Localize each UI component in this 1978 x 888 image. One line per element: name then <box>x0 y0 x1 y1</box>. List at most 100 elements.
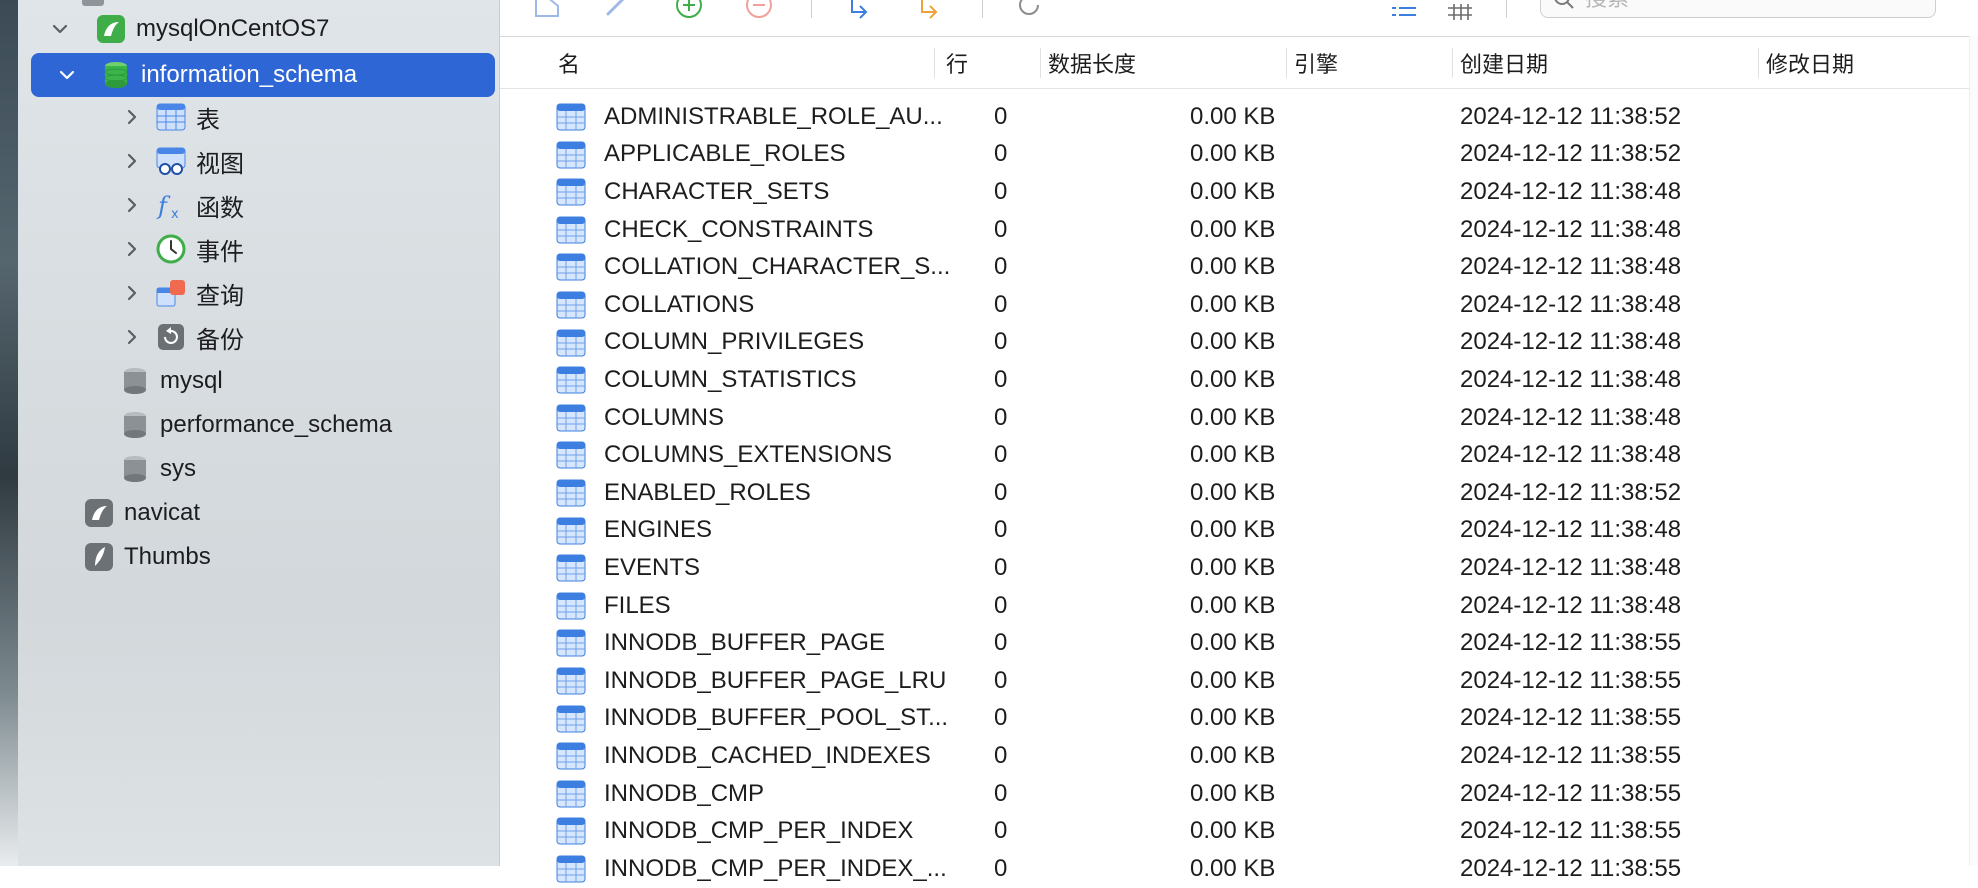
table-row[interactable]: CHECK_CONSTRAINTS 0 0.00 KB 2024-12-12 11:3… <box>500 211 1970 249</box>
table-icon <box>556 216 586 244</box>
delete-icon[interactable] <box>742 0 776 22</box>
column-header-rows[interactable]: 行 <box>946 38 968 88</box>
table-row[interactable]: INNODB_CMP 0 0.00 KB 2024-12-12 11:38:55 <box>500 775 1970 813</box>
object-list-panel: 搜索 名 行 数据长度 引擎 创建日期 修改日期 ADMINISTRABLE_R… <box>500 0 1978 883</box>
design-table-icon[interactable] <box>600 0 634 22</box>
search-icon <box>1554 0 1574 9</box>
database-label: information_schema <box>141 61 358 88</box>
group-backups[interactable]: 备份 <box>118 315 244 359</box>
table-name-cell: INNODB_BUFFER_PAGE_LRU <box>604 666 947 694</box>
column-header-modified[interactable]: 修改日期 <box>1766 38 1854 88</box>
database-sys[interactable]: sys <box>120 447 196 491</box>
table-row[interactable]: EVENTS 0 0.00 KB 2024-12-12 11:38:48 <box>500 549 1970 587</box>
table-row[interactable]: INNODB_CMP_PER_INDEX_... 0 0.00 KB 2024-12-… <box>500 850 1970 888</box>
table-name-cell: EVENTS <box>604 553 701 581</box>
column-header-created[interactable]: 创建日期 <box>1460 38 1548 88</box>
created-date-cell: 2024-12-12 11:38:55 <box>1460 741 1682 769</box>
import-icon[interactable] <box>842 0 876 22</box>
row-count-cell: 0 <box>994 140 1008 168</box>
table-row[interactable]: COLLATIONS 0 0.00 KB 2024-12-12 11:38:48 <box>500 286 1970 324</box>
table-row[interactable]: ENGINES 0 0.00 KB 2024-12-12 11:38:48 <box>500 512 1970 550</box>
connection-label: mysqlOnCentOS7 <box>136 15 330 42</box>
created-date-cell: 2024-12-12 11:38:48 <box>1460 177 1682 205</box>
table-row[interactable]: COLUMNS_EXTENSIONS 0 0.00 KB 2024-12-12 11:… <box>500 436 1970 474</box>
connection-thumbs[interactable]: Thumbs <box>84 535 211 579</box>
chevron-right-icon[interactable] <box>118 323 146 351</box>
chevron-right-icon[interactable] <box>118 191 146 219</box>
table-row[interactable]: ADMINISTRABLE_ROLE_AU... 0 0.00 KB 2024-12-… <box>500 98 1970 136</box>
row-count-cell: 0 <box>994 629 1008 657</box>
column-header-data-length[interactable]: 数据长度 <box>1048 38 1136 88</box>
connection-label: navicat <box>124 499 201 526</box>
table-row[interactable]: INNODB_BUFFER_PAGE 0 0.00 KB 2024-12-12 11:… <box>500 624 1970 662</box>
table-row[interactable]: COLLATION_CHARACTER_S... 0 0.00 KB 2024-12-… <box>500 248 1970 286</box>
grid-view-icon[interactable] <box>1442 0 1476 22</box>
table-icon <box>556 629 586 657</box>
row-count-cell: 0 <box>994 666 1008 694</box>
chevron-right-icon[interactable] <box>118 147 146 175</box>
add-icon[interactable] <box>672 0 706 22</box>
table-row[interactable]: INNODB_BUFFER_POOL_ST... 0 0.00 KB 2024-12-… <box>500 700 1970 738</box>
database-information-schema[interactable]: information_schema <box>31 53 495 97</box>
table-row[interactable]: INNODB_BUFFER_PAGE_LRU 0 0.00 KB 2024-12-12… <box>500 662 1970 700</box>
group-tables[interactable]: 表 <box>118 95 220 139</box>
group-label: 事件 <box>196 238 244 266</box>
table-row[interactable]: COLUMN_STATISTICS 0 0.00 KB 2024-12-12 11:3… <box>500 361 1970 399</box>
table-row[interactable]: INNODB_CACHED_INDEXES 0 0.00 KB 2024-12-12 … <box>500 737 1970 775</box>
table-name-cell: COLLATION_CHARACTER_S... <box>604 253 951 281</box>
group-views[interactable]: 视图 <box>118 139 244 183</box>
refresh-icon[interactable] <box>1012 0 1046 22</box>
list-view-icon[interactable] <box>1386 0 1420 22</box>
group-queries[interactable]: 查询 <box>118 271 244 315</box>
row-count-cell: 0 <box>994 854 1008 882</box>
toolbar-separator <box>982 0 983 18</box>
connection-navicat[interactable]: navicat <box>84 491 200 535</box>
chevron-right-icon[interactable] <box>118 103 146 131</box>
table-row[interactable]: CHARACTER_SETS 0 0.00 KB 2024-12-12 11:38:4… <box>500 173 1970 211</box>
database-mysql[interactable]: mysql <box>120 359 223 403</box>
table-name-cell: INNODB_CMP_PER_INDEX <box>604 817 914 845</box>
table-row[interactable]: COLUMN_PRIVILEGES 0 0.00 KB 2024-12-12 11:3… <box>500 324 1970 362</box>
created-date-cell: 2024-12-12 11:38:55 <box>1460 629 1682 657</box>
chevron-right-icon[interactable] <box>118 235 146 263</box>
open-table-icon[interactable] <box>530 0 564 22</box>
chevron-right-icon[interactable] <box>118 279 146 307</box>
table-name-cell: INNODB_BUFFER_PAGE <box>604 629 885 657</box>
export-icon[interactable] <box>912 0 946 22</box>
chevron-down-icon[interactable] <box>46 15 74 43</box>
table-name-cell: ADMINISTRABLE_ROLE_AU... <box>604 102 943 130</box>
chevron-down-icon[interactable] <box>53 61 81 89</box>
table-name-cell: FILES <box>604 591 671 619</box>
data-length-cell: 0.00 KB <box>1190 817 1276 845</box>
connection-mysqloncentos7[interactable]: mysqlOnCentOS7 <box>46 7 329 51</box>
table-row[interactable]: ENABLED_ROLES 0 0.00 KB 2024-12-12 11:38:52 <box>500 474 1970 512</box>
column-divider <box>1758 48 1759 78</box>
table-row[interactable]: FILES 0 0.00 KB 2024-12-12 11:38:48 <box>500 587 1970 625</box>
row-count-cell: 0 <box>994 177 1008 205</box>
group-functions[interactable]: fx 函数 <box>118 183 244 227</box>
data-length-cell: 0.00 KB <box>1190 516 1276 544</box>
row-count-cell: 0 <box>994 741 1008 769</box>
data-length-cell: 0.00 KB <box>1190 478 1276 506</box>
search-field[interactable]: 搜索 <box>1540 0 1936 18</box>
created-date-cell: 2024-12-12 11:38:52 <box>1460 102 1682 130</box>
database-icon <box>124 412 146 438</box>
created-date-cell: 2024-12-12 11:38:52 <box>1460 478 1682 506</box>
table-row[interactable]: COLUMNS 0 0.00 KB 2024-12-12 11:38:48 <box>500 399 1970 437</box>
table-icon <box>556 103 586 131</box>
table-icon <box>556 178 586 206</box>
column-header-engine[interactable]: 引擎 <box>1294 38 1338 88</box>
data-length-cell: 0.00 KB <box>1190 591 1276 619</box>
table-row[interactable]: INNODB_CMP_PER_INDEX 0 0.00 KB 2024-12-12 1… <box>500 812 1970 850</box>
created-date-cell: 2024-12-12 11:38:48 <box>1460 403 1682 431</box>
row-count-cell: 0 <box>994 704 1008 732</box>
scrollbar-track[interactable] <box>1969 36 1978 866</box>
table-row[interactable]: APPLICABLE_ROLES 0 0.00 KB 2024-12-12 11:38… <box>500 136 1970 174</box>
column-header-name[interactable]: 名 <box>558 38 580 88</box>
object-toolbar: 搜索 <box>500 0 1978 37</box>
database-label: sys <box>160 455 196 482</box>
table-name-cell: COLUMN_PRIVILEGES <box>604 328 865 356</box>
table-name-cell: CHECK_CONSTRAINTS <box>604 215 874 243</box>
database-performance-schema[interactable]: performance_schema <box>120 403 392 447</box>
group-events[interactable]: 事件 <box>118 227 244 271</box>
